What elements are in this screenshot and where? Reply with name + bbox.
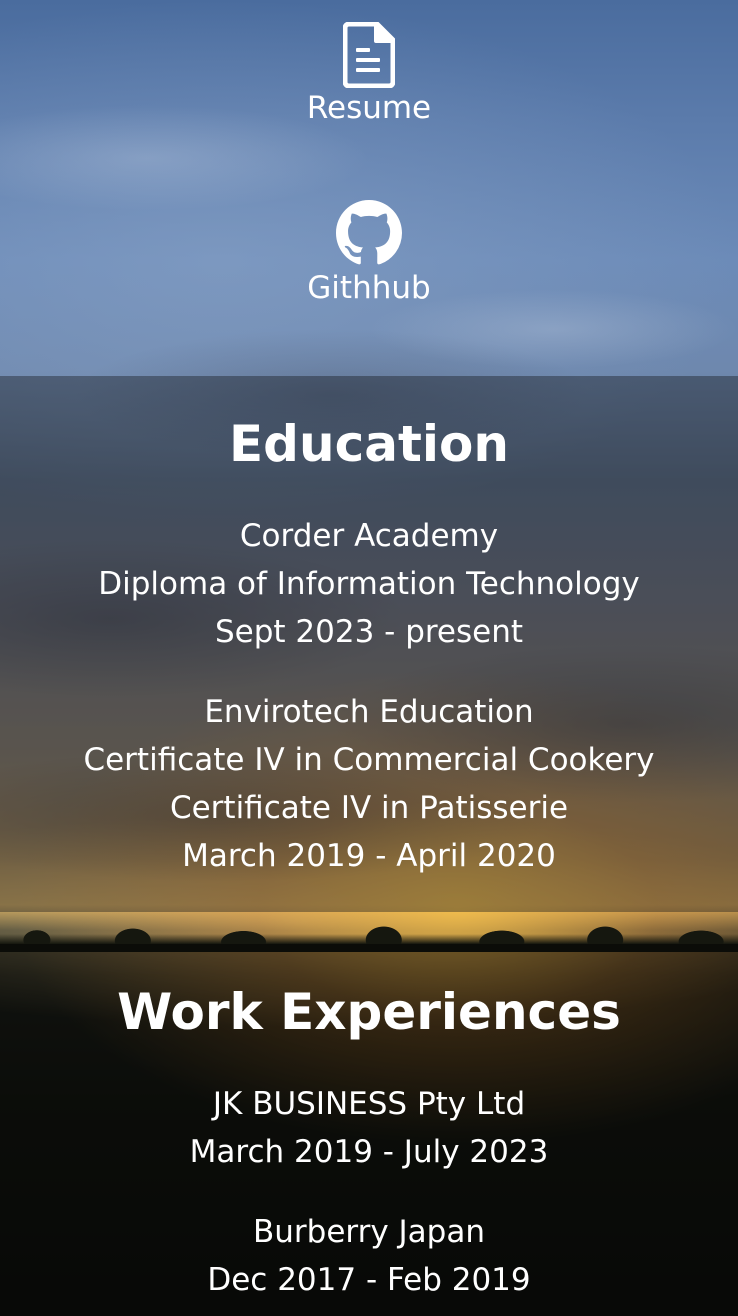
resume-link[interactable]: Resume (0, 21, 738, 126)
resume-label: Resume (306, 90, 432, 126)
github-icon (0, 200, 738, 266)
qualification: Diploma of Information Technology (98, 566, 640, 602)
education-section: Education Corder Academy Diploma of Info… (0, 376, 738, 912)
education-heading: Education (229, 415, 509, 473)
links-section: Resume Githhub (0, 0, 738, 376)
date-range: Sept 2023 - present (214, 614, 524, 650)
employer-name: JK BUSINESS Pty Ltd (212, 1086, 526, 1122)
date-range: March 2019 - July 2023 (189, 1134, 549, 1170)
education-entry: Corder Academy Diploma of Information Te… (0, 512, 738, 656)
employer-name: Burberry Japan (252, 1214, 485, 1250)
github-label: Githhub (307, 270, 431, 306)
institution-name: Corder Academy (239, 518, 499, 554)
date-range: Dec 2017 - Feb 2019 (207, 1262, 531, 1298)
work-entry: JK BUSINESS Pty Ltd March 2019 - July 20… (0, 1080, 738, 1176)
qualification: Certificate IV in Commercial Cookery (83, 742, 655, 778)
qualification: Certificate IV in Patisserie (169, 790, 569, 826)
work-section: Work Experiences JK BUSINESS Pty Ltd Mar… (0, 944, 738, 1316)
institution-name: Envirotech Education (204, 694, 534, 730)
github-link[interactable]: Githhub (0, 200, 738, 306)
work-heading: Work Experiences (117, 983, 621, 1041)
work-entry: Burberry Japan Dec 2017 - Feb 2019 (0, 1208, 738, 1304)
document-icon (0, 21, 738, 89)
date-range: March 2019 - April 2020 (182, 838, 556, 874)
education-entry: Envirotech Education Certificate IV in C… (0, 688, 738, 880)
